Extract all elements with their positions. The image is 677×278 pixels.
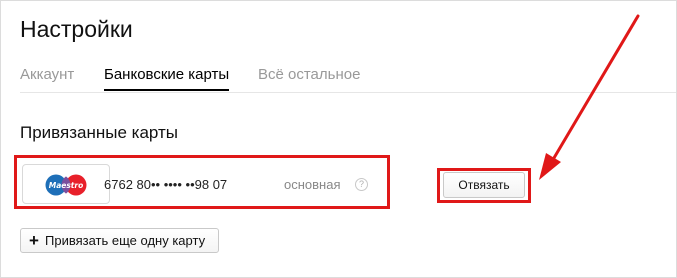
tab-everything-else[interactable]: Всё остальное [258, 66, 360, 83]
card-status: основная [284, 177, 341, 192]
page-title: Настройки [20, 16, 133, 42]
add-card-label: Привязать еще одну карту [45, 233, 206, 248]
add-card-button[interactable]: + Привязать еще одну карту [20, 228, 219, 253]
active-tab-indicator [104, 89, 229, 91]
tab-account[interactable]: Аккаунт [20, 66, 74, 83]
maestro-logo-icon: Maestro [45, 174, 87, 196]
plus-icon: + [29, 231, 39, 250]
tabs-divider [20, 92, 676, 93]
section-title: Привязанные карты [20, 123, 178, 142]
tab-bank-cards[interactable]: Банковские карты [104, 66, 229, 83]
card-brand-logo: Maestro [22, 164, 110, 204]
question-circle-icon[interactable]: ? [355, 178, 368, 191]
card-number: 6762 80•• •••• ••98 07 [104, 177, 228, 192]
unlink-card-button[interactable]: Отвязать [443, 172, 525, 198]
card-brand-text: Maestro [49, 181, 84, 190]
